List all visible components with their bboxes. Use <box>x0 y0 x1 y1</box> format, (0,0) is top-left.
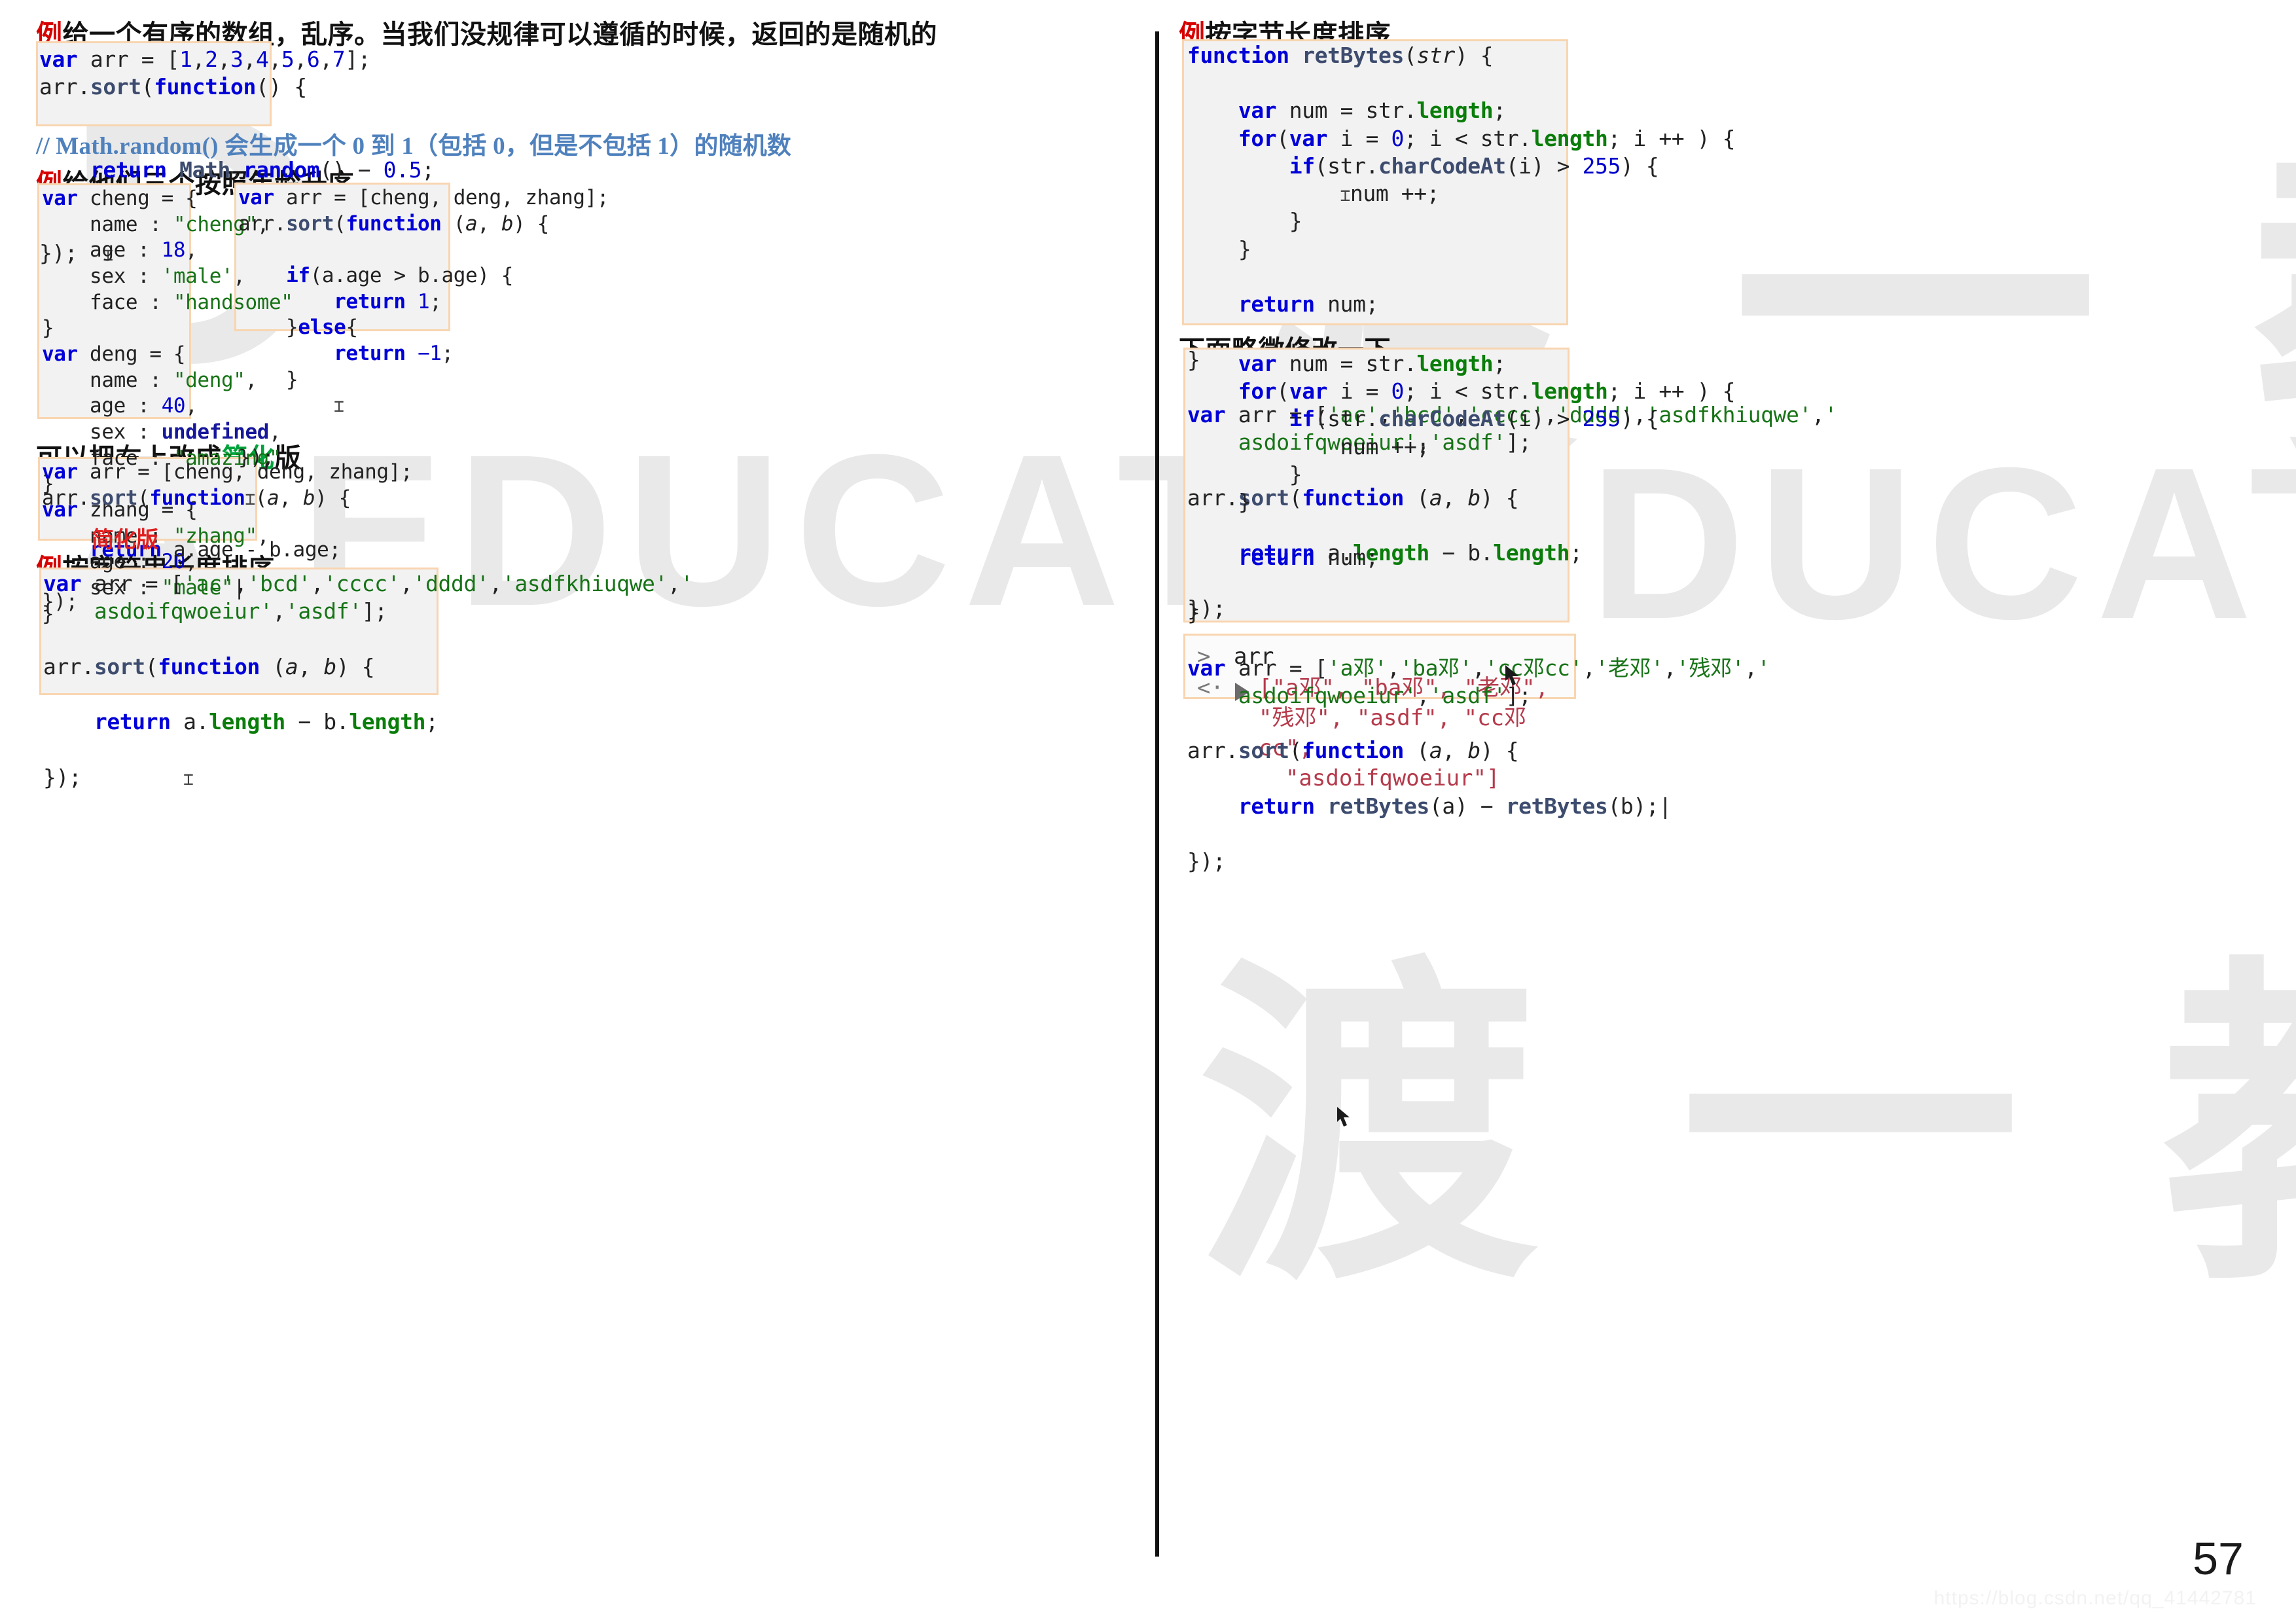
simplified-version-label: 简化版 <box>92 528 158 552</box>
code-text-age-sort: var arr = [cheng, deng, zhang]; arr.sort… <box>238 186 609 469</box>
page-number: 57 <box>2193 1533 2244 1584</box>
mouse-cursor-icon <box>1505 665 1518 685</box>
source-watermark: https://blog.csdn.net/qq_41442781 <box>1933 1587 2257 1609</box>
right-column: 例按字节长度排序 function retBytes(str) { var nu… <box>1156 0 2296 1624</box>
mouse-cursor-icon-secondary <box>1337 1107 1350 1127</box>
code-text-retbytes-modified: var num = str.length; for(var i = 0; i <… <box>1187 351 1770 875</box>
left-column: 例给一个有序的数组，乱序。当我们没规律可以遵循的时候，返回的是随机的 var a… <box>0 0 1156 1624</box>
slide-page: D A EDUCATIO 渡 一 教 A EDUCATIO 渡 一 教 例给一个… <box>0 0 2296 1624</box>
code-text-string-length-sort: var arr = ['ac','bcd','cccc','dddd','asd… <box>43 571 693 790</box>
